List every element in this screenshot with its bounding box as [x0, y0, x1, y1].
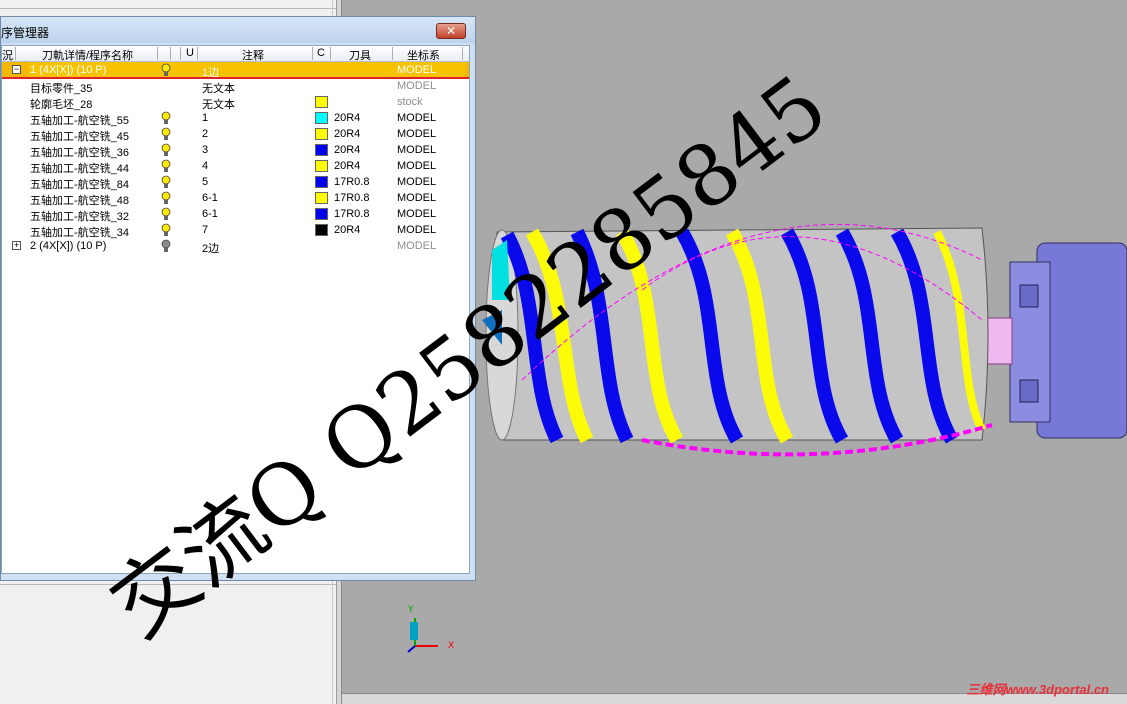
tree-row-comment: 2	[202, 128, 209, 140]
tree-row-tool: 20R4	[334, 224, 361, 236]
column-header-c[interactable]: C	[317, 47, 325, 59]
color-swatch[interactable]	[315, 224, 328, 236]
tree-row[interactable]: 轮廓毛坯_28 无文本 stock	[2, 94, 469, 111]
tree-row-comment: 6-1	[202, 192, 218, 204]
tree-row[interactable]: 五轴加工-航空铣_55 1 20R4 MODEL	[2, 110, 469, 127]
lightbulb-icon[interactable]	[161, 239, 171, 253]
tree-row-name: 2 (4X[X]) (10 P)	[30, 240, 107, 252]
program-tree-list[interactable]: 況 刀軌详情/程序名称 U 注释 C 刀具 坐标系 −1 (4X[X]) (10…	[1, 45, 470, 574]
tree-row-tool: 17R0.8	[334, 208, 370, 220]
tree-row[interactable]: +2 (4X[X]) (10 P) 2边 MODEL	[2, 238, 469, 255]
tree-row-comment: 7	[202, 224, 209, 236]
column-header-comment[interactable]: 注释	[242, 47, 264, 63]
tree-row-coord: MODEL	[397, 64, 437, 76]
axis-triad	[407, 618, 438, 653]
lightbulb-icon[interactable]	[161, 143, 171, 157]
column-header-row: 況 刀軌详情/程序名称 U 注释 C 刀具 坐标系	[2, 46, 469, 62]
tree-row-coord: MODEL	[397, 128, 437, 140]
tree-row-comment: 5	[202, 176, 209, 188]
window-title-bar[interactable]: 序管理器 ✕	[1, 17, 475, 43]
axis-y-label: Y	[407, 605, 414, 615]
column-header-status[interactable]: 況	[2, 47, 13, 63]
lightbulb-icon[interactable]	[161, 207, 171, 221]
window-title: 序管理器	[1, 26, 50, 40]
tree-row-tool: 17R0.8	[334, 192, 370, 204]
program-manager-window[interactable]: 序管理器 ✕ 況 刀軌详情/程序名称 U 注释 C 刀具 坐标系 −1 (4X[…	[0, 16, 476, 581]
collapse-icon[interactable]: −	[12, 65, 21, 74]
color-swatch[interactable]	[315, 160, 328, 172]
lightbulb-icon[interactable]	[161, 223, 171, 237]
column-header-u[interactable]: U	[186, 47, 194, 59]
panel-separator	[0, 584, 336, 585]
tree-row[interactable]: 五轴加工-航空铣_45 2 20R4 MODEL	[2, 126, 469, 143]
tree-row[interactable]: 五轴加工-航空铣_32 6-1 17R0.8 MODEL	[2, 206, 469, 223]
tree-row[interactable]: 五轴加工-航空铣_34 7 20R4 MODEL	[2, 222, 469, 239]
tree-row[interactable]: 目标零件_35 无文本 MODEL	[2, 78, 469, 95]
close-button[interactable]: ✕	[436, 23, 466, 39]
tree-row-comment: 6-1	[202, 208, 218, 220]
tree-row-tool: 20R4	[334, 112, 361, 124]
tree-row-coord: MODEL	[397, 240, 437, 252]
tree-row-coord: MODEL	[397, 208, 437, 220]
tree-row-comment: 3	[202, 144, 209, 156]
color-swatch[interactable]	[315, 208, 328, 220]
color-swatch[interactable]	[315, 192, 328, 204]
tree-row-coord: MODEL	[397, 160, 437, 172]
lightbulb-icon[interactable]	[161, 63, 171, 77]
column-header-coord[interactable]: 坐标系	[407, 47, 440, 63]
tree-row-tool: 20R4	[334, 128, 361, 140]
tree-row-coord: MODEL	[397, 192, 437, 204]
color-swatch[interactable]	[315, 176, 328, 188]
color-swatch[interactable]	[315, 112, 328, 124]
tree-row-coord: MODEL	[397, 224, 437, 236]
tree-row[interactable]: −1 (4X[X]) (10 P) 1边 MODEL	[2, 62, 469, 79]
tree-row[interactable]: 五轴加工-航空铣_36 3 20R4 MODEL	[2, 142, 469, 159]
lightbulb-icon[interactable]	[161, 159, 171, 173]
tree-row-tool: 20R4	[334, 160, 361, 172]
tree-row-comment: 4	[202, 160, 209, 172]
lightbulb-icon[interactable]	[161, 175, 171, 189]
tree-row-coord: MODEL	[397, 80, 437, 92]
tree-row-comment: 1	[202, 112, 209, 124]
lightbulb-icon[interactable]	[161, 191, 171, 205]
color-swatch[interactable]	[315, 128, 328, 140]
tree-row-coord: MODEL	[397, 176, 437, 188]
color-swatch[interactable]	[315, 96, 328, 108]
lightbulb-icon[interactable]	[161, 127, 171, 141]
site-watermark: 三维网www.3dportal.cn	[966, 682, 1109, 697]
tree-row-comment: 2边	[202, 243, 220, 255]
tree-row-tool: 17R0.8	[334, 176, 370, 188]
tree-row-coord: stock	[397, 96, 423, 108]
tree-row-name: 1 (4X[X]) (10 P)	[30, 64, 107, 76]
column-header-name[interactable]: 刀軌详情/程序名称	[42, 47, 133, 63]
axis-x-label: X	[448, 641, 454, 651]
expand-icon[interactable]: +	[12, 241, 21, 250]
tree-row[interactable]: 五轴加工-航空铣_48 6-1 17R0.8 MODEL	[2, 190, 469, 207]
panel-separator	[0, 8, 336, 9]
tree-row-coord: MODEL	[397, 144, 437, 156]
column-header-tool[interactable]: 刀具	[349, 47, 371, 63]
tree-row[interactable]: 五轴加工-航空铣_84 5 17R0.8 MODEL	[2, 174, 469, 191]
lightbulb-icon[interactable]	[161, 111, 171, 125]
tree-row[interactable]: 五轴加工-航空铣_44 4 20R4 MODEL	[2, 158, 469, 175]
tree-row-coord: MODEL	[397, 112, 437, 124]
tree-row-tool: 20R4	[334, 144, 361, 156]
color-swatch[interactable]	[315, 144, 328, 156]
